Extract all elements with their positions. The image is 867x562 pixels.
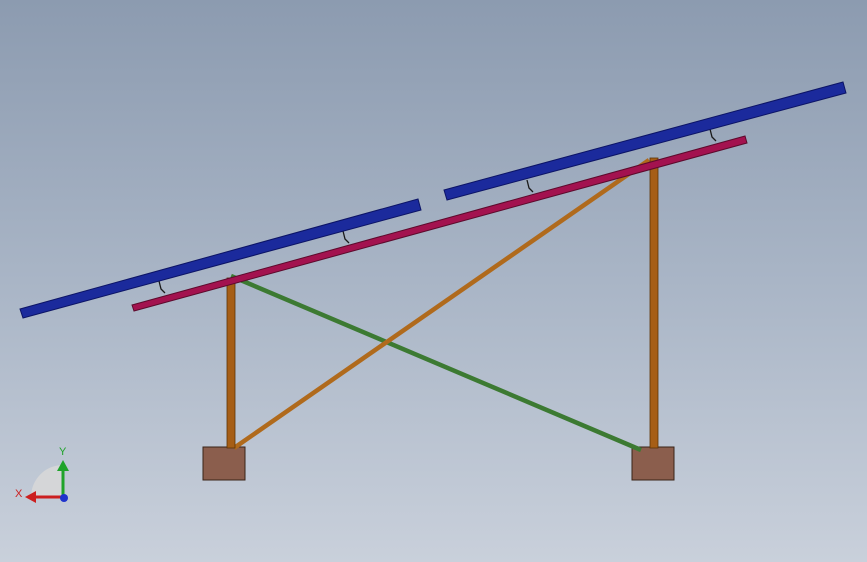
solar-panel-left bbox=[19, 198, 422, 319]
solar-panel-right bbox=[443, 81, 847, 201]
cad-viewport[interactable]: Y X bbox=[0, 0, 867, 562]
coordinate-triad[interactable]: Y X bbox=[15, 446, 69, 503]
left-footing bbox=[202, 446, 246, 481]
panel-clamp bbox=[158, 280, 166, 294]
x-axis-arrowhead bbox=[25, 491, 36, 503]
panel-clamps bbox=[158, 128, 717, 294]
z-axis-dot bbox=[60, 494, 68, 502]
green-cross-brace bbox=[230, 273, 642, 453]
panel-clamp bbox=[709, 128, 717, 142]
panel-clamp bbox=[526, 179, 534, 193]
y-axis-label: Y bbox=[59, 446, 67, 458]
panel-clamp bbox=[342, 230, 350, 244]
right-column bbox=[649, 157, 659, 449]
right-footing bbox=[631, 446, 675, 481]
x-axis-label: X bbox=[15, 488, 23, 500]
left-column bbox=[226, 277, 236, 449]
